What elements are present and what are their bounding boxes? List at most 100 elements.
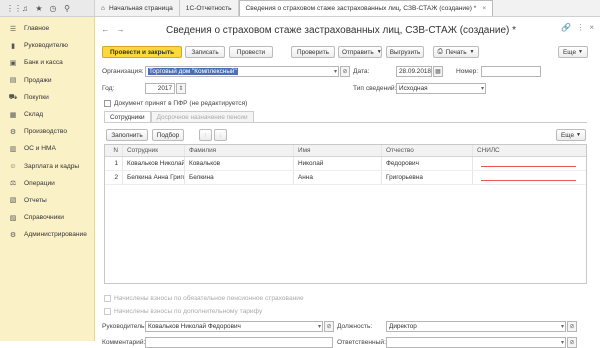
col-snils[interactable]: СНИЛС (473, 145, 586, 156)
calendar-icon[interactable]: ▦ (433, 66, 443, 77)
search-icon[interactable]: ⚲ (62, 4, 72, 13)
sidebar-item-purchases[interactable]: ⛟ Покупки (0, 89, 94, 106)
back-icon[interactable]: ← (100, 25, 111, 35)
number-label: Номер: (456, 68, 479, 75)
chevron-down-icon: ▼ (576, 132, 581, 138)
org-value: Торговый дом "Комплексный" (148, 68, 238, 75)
org-field[interactable]: Торговый дом "Комплексный" ▾ (145, 66, 339, 77)
upload-button[interactable]: Выгрузить (386, 46, 424, 58)
link-icon[interactable]: 🔗 (561, 23, 571, 32)
print-button[interactable]: ⎙ Печать ▼ (433, 46, 479, 58)
tab-szv-stazh-label: Сведения о страховом стаже застрахованны… (245, 5, 477, 12)
org-label: Организация: (102, 68, 144, 75)
sidebar-item-assets[interactable]: ▥ ОС и НМА (0, 140, 94, 157)
col-lastname[interactable]: Фамилия (185, 145, 294, 156)
accepted-checkbox[interactable] (104, 100, 111, 107)
col-n[interactable]: N (105, 145, 123, 156)
tab-employees[interactable]: Сотрудники (104, 111, 151, 122)
col-firstname[interactable]: Имя (294, 145, 382, 156)
save-button[interactable]: Записать (185, 46, 225, 58)
sales-icon: ▤ (9, 77, 17, 85)
move-down-icon[interactable]: ↓ (214, 129, 227, 141)
table-header: N Сотрудник Фамилия Имя Отчество СНИЛС (105, 145, 586, 157)
tab-szv-stazh[interactable]: Сведения о страховом стаже застрахованны… (238, 0, 494, 16)
sidebar-item-operations[interactable]: ⚖ Операции (0, 175, 94, 192)
cell-middlename[interactable]: Григорьевна (382, 171, 473, 184)
apps-icon[interactable]: ⋮⋮ (6, 4, 22, 13)
cell-firstname[interactable]: Анна (294, 171, 382, 184)
tab-reporting[interactable]: 1С-Отчетность (180, 0, 239, 16)
send-button[interactable]: Отправить ▼ (338, 46, 382, 58)
position-open-icon[interactable]: ⊘ (567, 321, 577, 332)
reports-icon: ▧ (9, 197, 17, 205)
type-select[interactable]: Исходная ▾ (396, 83, 486, 94)
table-row[interactable]: 2 Белкина Анна Григор... Белкина Анна Гр… (105, 171, 586, 185)
check-button[interactable]: Проверить (291, 46, 335, 58)
sidebar-item-reports[interactable]: ▧ Отчеты (0, 192, 94, 209)
comment-field[interactable] (145, 337, 333, 348)
close-icon[interactable]: × (589, 23, 594, 32)
year-stepper-icon[interactable]: ⇕ (176, 83, 186, 94)
cell-middlename[interactable]: Федорович (382, 157, 473, 170)
cell-lastname[interactable]: Белкина (185, 171, 294, 184)
window-controls: 🔗 ⋮ × (561, 23, 594, 32)
tab-early-pension[interactable]: Досрочное назначение пенсии (150, 111, 254, 122)
col-middlename[interactable]: Отчество (382, 145, 473, 156)
books-icon: ▨ (9, 214, 17, 222)
open-link-icon[interactable]: ⊘ (340, 66, 350, 77)
sidebar-item-admin[interactable]: ⚙ Администрирование (0, 226, 94, 243)
forward-icon[interactable]: → (115, 25, 126, 35)
sidebar-item-payroll[interactable]: ☺ Зарплата и кадры (0, 158, 94, 175)
sidebar-item-label: Справочники (24, 214, 64, 222)
post-button[interactable]: Провести (229, 46, 273, 58)
cell-employee[interactable]: Ковальков Николай ... (123, 157, 185, 170)
table-row[interactable]: 1 Ковальков Николай ... Ковальков Никола… (105, 157, 586, 171)
cell-firstname[interactable]: Николай (294, 157, 382, 170)
close-icon[interactable]: × (482, 5, 486, 12)
responsible-label: Ответственный: (337, 339, 386, 346)
head-field[interactable]: Ковальков Николай Федорович ▾ (145, 321, 323, 332)
position-field[interactable]: Директор ▾ (386, 321, 566, 332)
star-icon[interactable]: ★ (34, 4, 44, 13)
bell-icon[interactable]: ♫ (20, 4, 30, 13)
accepted-label: Документ принят в ПФР (не редактируется) (114, 100, 248, 107)
additional-contrib-checkbox[interactable] (104, 308, 111, 315)
sidebar-item-label: Производство (24, 128, 67, 136)
date-field[interactable]: 28.09.2018 (396, 66, 432, 77)
home-icon: ⌂ (101, 4, 105, 12)
fill-button[interactable]: Заполнить (106, 129, 148, 141)
head-open-icon[interactable]: ⊘ (324, 321, 334, 332)
production-icon: ⚙ (9, 128, 17, 136)
more-button[interactable]: Еще ▼ (558, 46, 588, 58)
mandatory-contrib-checkbox[interactable] (104, 295, 111, 302)
top-icons: ⋮⋮ ♫ ★ ◷ ⚲ (0, 0, 95, 16)
sidebar-item-warehouse[interactable]: ▦ Склад (0, 106, 94, 123)
responsible-field[interactable]: ▾ (386, 337, 566, 348)
cart-icon: ⛟ (8, 93, 18, 101)
sidebar-item-catalogs[interactable]: ▨ Справочники (0, 209, 94, 226)
post-and-close-button[interactable]: Провести и закрыть (102, 46, 182, 58)
select-button[interactable]: Подбор (152, 129, 184, 141)
cell-lastname[interactable]: Ковальков (185, 157, 294, 170)
more-vert-icon[interactable]: ⋮ (576, 23, 584, 32)
tab-home[interactable]: ⌂ Начальная страница (95, 0, 180, 16)
year-field[interactable]: 2017 (145, 83, 175, 94)
col-employee[interactable]: Сотрудник (123, 145, 185, 156)
cell-snils[interactable] (473, 171, 586, 184)
history-icon[interactable]: ◷ (48, 4, 58, 13)
sidebar-item-main[interactable]: ☰ Главное (0, 20, 94, 37)
position-value: Директор (389, 323, 417, 330)
sidebar-item-manager[interactable]: ▮ Руководителю (0, 37, 94, 54)
number-field[interactable] (481, 66, 541, 77)
move-up-icon[interactable]: ↑ (199, 129, 212, 141)
sidebar-item-label: Склад (24, 111, 44, 119)
sidebar-item-sales[interactable]: ▤ Продажи (0, 72, 94, 89)
responsible-open-icon[interactable]: ⊘ (567, 337, 577, 348)
table-more-button[interactable]: Еще ▼ (556, 129, 586, 141)
page-title: Сведения о страховом стаже застрахованны… (166, 24, 517, 36)
cell-employee[interactable]: Белкина Анна Григор... (123, 171, 185, 184)
cell-n: 2 (105, 171, 123, 184)
sidebar-item-bank[interactable]: ▣ Банк и касса (0, 54, 94, 71)
sidebar-item-production[interactable]: ⚙ Производство (0, 123, 94, 140)
cell-snils[interactable] (473, 157, 586, 170)
